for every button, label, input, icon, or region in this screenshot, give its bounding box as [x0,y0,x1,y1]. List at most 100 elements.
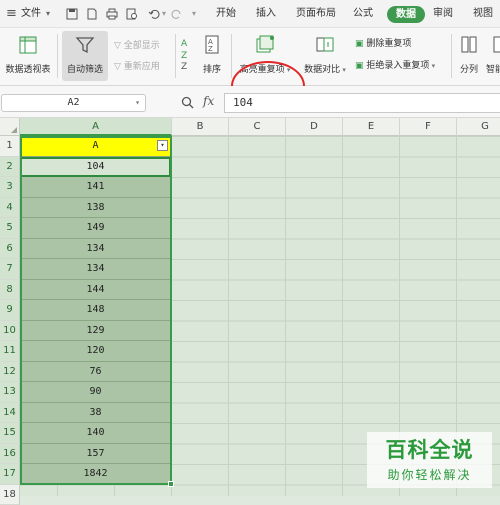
table-cell[interactable]: 76 [20,362,171,383]
row-header[interactable]: 13 [0,382,20,403]
remove-duplicates-label: 删除重复项 [366,39,411,49]
data-compare-icon [314,34,336,56]
reapply-button[interactable]: ▽ 重新应用 [114,59,160,72]
table-cell[interactable]: 120 [20,341,171,362]
name-box[interactable]: A2▾ [1,94,146,112]
split-button[interactable]: 分列 [455,34,483,75]
table-cell[interactable]: 140 [20,423,171,444]
split-label: 分列 [455,62,483,75]
tab-home[interactable]: 开始 [216,0,236,28]
column-header-d[interactable]: D [286,118,343,136]
column-header-g[interactable]: G [457,118,500,136]
row-header[interactable]: 14 [0,403,20,424]
undo-icon[interactable] [148,8,160,20]
row-header[interactable]: 17 [0,464,20,485]
print-preview-icon[interactable] [126,8,138,20]
row-header[interactable]: 11 [0,341,20,362]
formula-input[interactable]: 104 [224,93,500,113]
row-header[interactable]: 9 [0,300,20,321]
table-cell[interactable]: 148 [20,300,171,321]
tab-formulas[interactable]: 公式 [353,0,373,28]
smart-tools-label: 智能 [486,62,500,75]
table-cell[interactable]: 104 [20,157,171,178]
name-box-chevron-icon[interactable]: ▾ [135,95,140,111]
tab-insert[interactable]: 插入 [256,0,276,28]
smart-tools-icon [491,34,500,56]
tab-page-layout[interactable]: 页面布局 [296,0,336,28]
sort-button[interactable]: AZ 排序 [198,34,226,75]
svg-text:Z: Z [181,62,187,72]
row-header[interactable]: 4 [0,198,20,219]
filter-dropdown-icon[interactable]: ▾ [157,140,168,151]
reject-duplicates-button[interactable]: ▣ 拒绝录入重复项 ▾ [355,58,435,71]
show-all-button[interactable]: ▽ 全部显示 [114,38,160,51]
formula-bar: A2▾ fx 104 [0,86,500,118]
table-cell[interactable]: 134 [20,259,171,280]
table-cell[interactable]: 149 [20,218,171,239]
highlight-duplicates-icon [254,34,276,56]
column-header-a[interactable]: A [20,118,172,136]
smart-tools-button[interactable]: 智能 [486,34,500,75]
select-all-corner[interactable] [0,118,20,136]
svg-text:A: A [181,39,188,49]
table-cell[interactable]: 138 [20,198,171,219]
row-header[interactable]: 6 [0,239,20,260]
table-cell[interactable]: 134 [20,239,171,260]
tab-review[interactable]: 审阅 [433,0,453,28]
row-header[interactable]: 1 [0,136,20,157]
fx-icon[interactable]: fx [203,94,214,108]
row-header[interactable]: 8 [0,280,20,301]
row-header[interactable]: 10 [0,321,20,342]
row-header[interactable]: 12 [0,362,20,383]
row-header[interactable]: 7 [0,259,20,280]
table-cell[interactable]: 141 [20,177,171,198]
column-header-e[interactable]: E [343,118,400,136]
ribbon: 数据透视表 自动筛选 ▽ 全部显示 ▽ 重新应用 AZZ AZ 排序 高亮重复项… [0,28,500,86]
fill-handle[interactable] [168,481,174,487]
column-header-b[interactable]: B [172,118,229,136]
tab-data[interactable]: 数据 [387,6,425,23]
export-pdf-icon[interactable] [86,8,98,20]
table-cell[interactable]: 144 [20,280,171,301]
svg-text:Z: Z [208,45,213,53]
table-cell[interactable]: 129 [20,321,171,342]
data-compare-chevron-icon: ▾ [340,66,346,74]
svg-text:Z: Z [181,51,187,61]
table-cell[interactable]: 157 [20,444,171,465]
row-header[interactable]: 3 [0,177,20,198]
ribbon-separator [231,34,232,78]
title-bar: ≡ 文件 ▾ ▾ ▾ 开始 插入 页面布局 公式 数据 审阅 视图 [0,0,500,28]
print-icon[interactable] [106,8,118,20]
cell-a1-header[interactable]: A▾ [20,136,171,157]
data-compare-button[interactable]: 数据对比 ▾ [300,34,350,75]
row-header[interactable]: 5 [0,218,20,239]
table-cell[interactable]: 90 [20,382,171,403]
tab-view[interactable]: 视图 [473,0,493,28]
zoom-icon[interactable] [181,96,194,109]
column-header-c[interactable]: C [229,118,286,136]
redo-icon[interactable] [171,8,183,20]
reject-duplicates-label: 拒绝录入重复项 [366,61,429,71]
pivot-table-button[interactable]: 数据透视表 [2,34,54,75]
remove-duplicates-button[interactable]: ▣ 删除重复项 [355,36,411,49]
quick-access-chevron-icon[interactable]: ▾ [192,0,196,28]
row-header[interactable]: 16 [0,444,20,465]
watermark-logo: 百科全说 助你轻松解决 [367,432,492,488]
menu-file[interactable]: 文件 [21,0,41,28]
hamburger-menu-icon[interactable]: ≡ [6,0,17,28]
sort-label: 排序 [198,62,226,75]
save-icon[interactable] [66,8,78,20]
table-cell[interactable]: 1842 [20,464,171,485]
show-all-icon: ▽ [114,41,124,51]
row-header[interactable]: 2 [0,157,20,178]
reapply-icon: ▽ [114,62,124,72]
row-header[interactable]: 15 [0,423,20,444]
pivot-table-icon [17,34,39,56]
row-header[interactable]: 18 [0,485,20,505]
undo-chevron-icon[interactable]: ▾ [162,0,166,28]
auto-filter-button[interactable]: 自动筛选 [62,31,108,81]
ribbon-separator [451,34,452,78]
file-menu-chevron-icon[interactable]: ▾ [46,0,50,28]
column-header-f[interactable]: F [400,118,457,136]
table-cell[interactable]: 38 [20,403,171,424]
